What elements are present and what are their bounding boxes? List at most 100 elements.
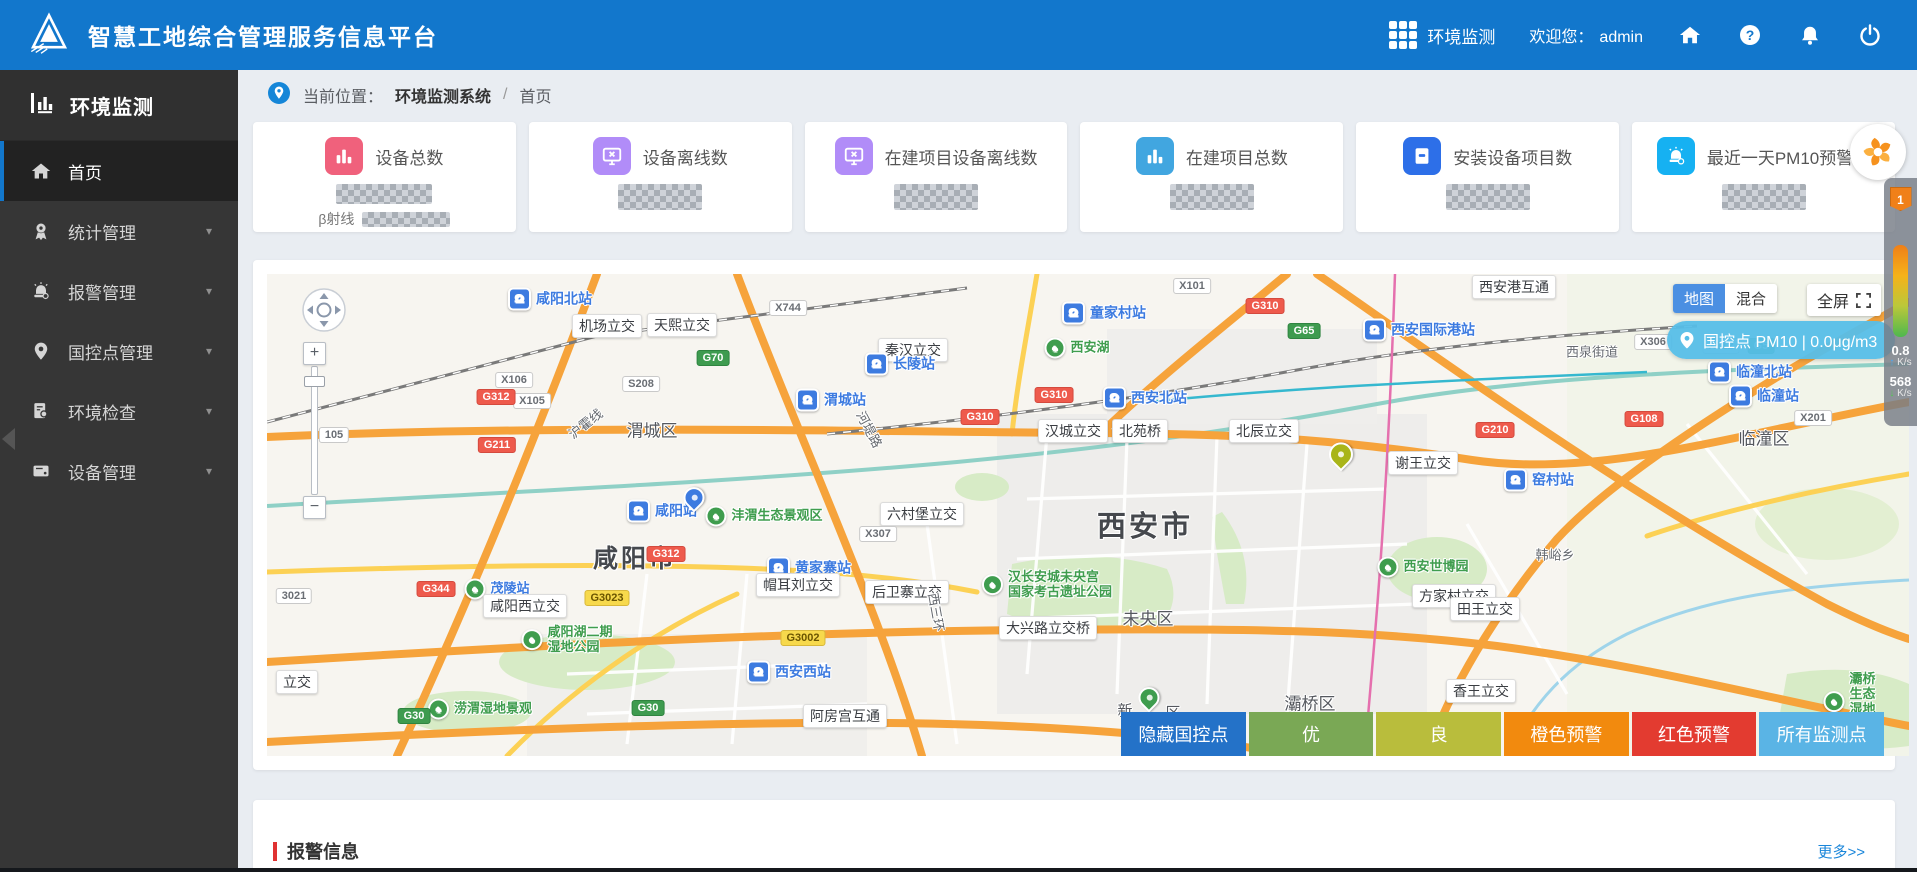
home-icon — [30, 161, 52, 181]
home-icon[interactable] — [1677, 22, 1703, 48]
alarm-more-link[interactable]: 更多>> — [1817, 841, 1865, 862]
map-label: 河堤路 — [853, 408, 885, 451]
page: 智慧工地综合管理服务信息平台 环境监测 欢迎您： admin ? 环境监测 首页… — [0, 0, 1917, 872]
park-marker[interactable]: ♠ 西安湖 — [1044, 337, 1110, 359]
tree-icon: ♠ — [981, 574, 1003, 596]
bell-icon[interactable] — [1797, 22, 1823, 48]
zoom-slider-handle[interactable] — [304, 376, 325, 387]
map-label: 渭城区 — [626, 421, 678, 441]
sidebar-item-home[interactable]: 首页 — [0, 141, 238, 201]
tree-icon: ♠ — [521, 629, 543, 651]
sidebar-collapse-handle[interactable] — [2, 428, 15, 450]
alarm-panel: 报警信息 更多>> — [253, 800, 1895, 872]
road-badge: G310 — [1034, 387, 1074, 403]
metro-station-marker[interactable]: Ω 童家村站 — [1062, 301, 1146, 325]
censored-value — [618, 184, 703, 210]
stat-card: 在建项目设备离线数 — [804, 122, 1068, 232]
road-badge: G344 — [416, 581, 456, 597]
road-badge: X101 — [1173, 278, 1211, 294]
fullscreen-icon — [1856, 292, 1871, 308]
map-label: 未央区 — [1122, 609, 1174, 629]
inspect-icon — [30, 401, 52, 421]
road-badge: G3002 — [780, 630, 826, 646]
map-panel: Ω 咸阳北站 机场立交 天熙立交 G70 X744 秦汉立交 Ω 童家村站 X101 G310 G65… — [253, 260, 1909, 770]
metro-icon: Ω — [1504, 468, 1527, 492]
map-labels-layer: Ω 咸阳北站 机场立交 天熙立交 G70 X744 秦汉立交 Ω 童家村站 X101 G310 G65… — [267, 274, 1909, 756]
metro-station-marker[interactable]: Ω 咸阳北站 — [508, 287, 592, 311]
fullscreen-button[interactable]: 全屏 — [1806, 284, 1881, 316]
legend-button[interactable]: 隐藏国控点 — [1121, 712, 1246, 756]
metro-station-marker[interactable]: Ω 窑村站 — [1504, 468, 1574, 492]
metro-station-marker[interactable]: Ω 临潼站 — [1729, 384, 1799, 408]
app-header: 智慧工地综合管理服务信息平台 环境监测 欢迎您： admin ? — [0, 0, 1917, 70]
park-marker[interactable]: ♠ 汉长安城未央宫 国家考古遗址公园 — [981, 569, 1112, 600]
metro-icon: Ω — [1103, 386, 1126, 410]
alarm-icon — [30, 281, 52, 301]
censored-value — [1445, 184, 1530, 210]
metro-icon: Ω — [1363, 318, 1386, 342]
doc-icon — [1403, 137, 1442, 175]
siren-icon — [1656, 137, 1695, 175]
map-pan-control[interactable] — [301, 287, 347, 338]
road-badge: G310 — [1245, 298, 1285, 314]
network-monitor-widget[interactable]: 1 0.8 ↑ K/s 568 ↓ K/s — [1884, 178, 1917, 426]
map-pin[interactable] — [1134, 682, 1164, 713]
road-badge: 3021 — [275, 588, 313, 604]
park-marker[interactable]: ♠ 西安世博园 — [1377, 556, 1469, 578]
stats-icon — [30, 221, 52, 241]
metro-station-marker[interactable]: Ω 西安北站 — [1103, 386, 1187, 410]
alarm-panel-title: 报警信息 — [273, 838, 359, 864]
legend-button[interactable]: 红色预警 — [1631, 712, 1757, 756]
metro-station-marker[interactable]: Ω 西安国际港站 — [1363, 318, 1475, 342]
map-label: 西安港互通 — [1472, 275, 1556, 299]
download-spinner-icon[interactable] — [1850, 124, 1906, 180]
metro-station-marker[interactable]: Ω 长陵站 — [865, 352, 935, 376]
up-arrow-icon: ↑ — [1889, 356, 1895, 368]
zoom-in-button[interactable]: + — [303, 342, 326, 365]
map-label: 阿房宫互通 — [803, 704, 887, 728]
legend-button[interactable]: 所有监测点 — [1759, 712, 1885, 756]
metro-station-marker[interactable]: Ω 渭城站 — [796, 388, 866, 412]
tree-icon: ♠ — [1823, 691, 1845, 713]
censored-value — [1169, 184, 1254, 210]
legend-button[interactable]: 优 — [1248, 712, 1374, 756]
sidebar-item-device[interactable]: 设备管理 ▾ — [0, 441, 238, 501]
download-speed: 568 ↓ K/s — [1889, 374, 1912, 399]
sidebar-menu: 首页 统计管理 ▾ 报警管理 ▾ 国控点管理 ▾ 环境检查 ▾ 设备管理 ▾ — [0, 141, 238, 501]
map-label: 香王立交 — [1446, 679, 1516, 703]
power-icon[interactable] — [1857, 22, 1883, 48]
sidebar-item-inspect[interactable]: 环境检查 ▾ — [0, 381, 238, 441]
monitor-offline-icon — [834, 137, 873, 175]
sidebar-item-station[interactable]: 国控点管理 ▾ — [0, 321, 238, 381]
map-type-map-button[interactable]: 地图 — [1672, 284, 1725, 313]
chevron-down-icon: ▾ — [205, 224, 212, 238]
map-canvas[interactable]: Ω 咸阳北站 机场立交 天熙立交 G70 X744 秦汉立交 Ω 童家村站 X101 G310 G65… — [267, 274, 1909, 756]
park-marker[interactable]: ♠ 沣渭生态景观区 — [705, 505, 823, 527]
sidebar-item-alarm[interactable]: 报警管理 ▾ — [0, 261, 238, 321]
breadcrumb-page[interactable]: 首页 — [519, 83, 551, 107]
map-label: 北苑桥 — [1112, 419, 1168, 443]
censored-value — [336, 184, 433, 204]
road-badge: X105 — [513, 393, 551, 409]
park-marker[interactable]: ♠ 涝渭湿地景观 — [427, 698, 532, 720]
screen-bottom-edge — [0, 868, 1917, 872]
selected-station-pin[interactable] — [1324, 437, 1358, 472]
park-marker[interactable]: ♠ 咸阳湖二期 湿地公园 — [521, 624, 613, 655]
map-type-hybrid-button[interactable]: 混合 — [1724, 284, 1777, 313]
zoom-out-button[interactable]: − — [303, 496, 326, 519]
apps-grid-icon — [1389, 21, 1418, 49]
monitor-offline-icon — [592, 137, 631, 175]
stat-card-title: 最近一天PM10预警数 — [1706, 148, 1871, 168]
road-badge: G65 — [1287, 323, 1321, 339]
sidebar-item-stats[interactable]: 统计管理 ▾ — [0, 201, 238, 261]
app-switcher[interactable]: 环境监测 — [1389, 21, 1495, 49]
breadcrumb-system[interactable]: 环境监测系统 — [395, 83, 491, 107]
help-icon[interactable]: ? — [1737, 22, 1763, 48]
legend-button[interactable]: 橙色预警 — [1504, 712, 1629, 756]
tree-icon: ♠ — [427, 698, 449, 720]
metro-station-marker[interactable]: Ω 西安西站 — [747, 660, 831, 684]
metro-station-marker[interactable]: Ω 临潼北站 — [1708, 360, 1792, 384]
censored-value — [362, 211, 451, 227]
legend-button[interactable]: 良 — [1376, 712, 1502, 756]
app-logo-icon — [26, 11, 72, 59]
